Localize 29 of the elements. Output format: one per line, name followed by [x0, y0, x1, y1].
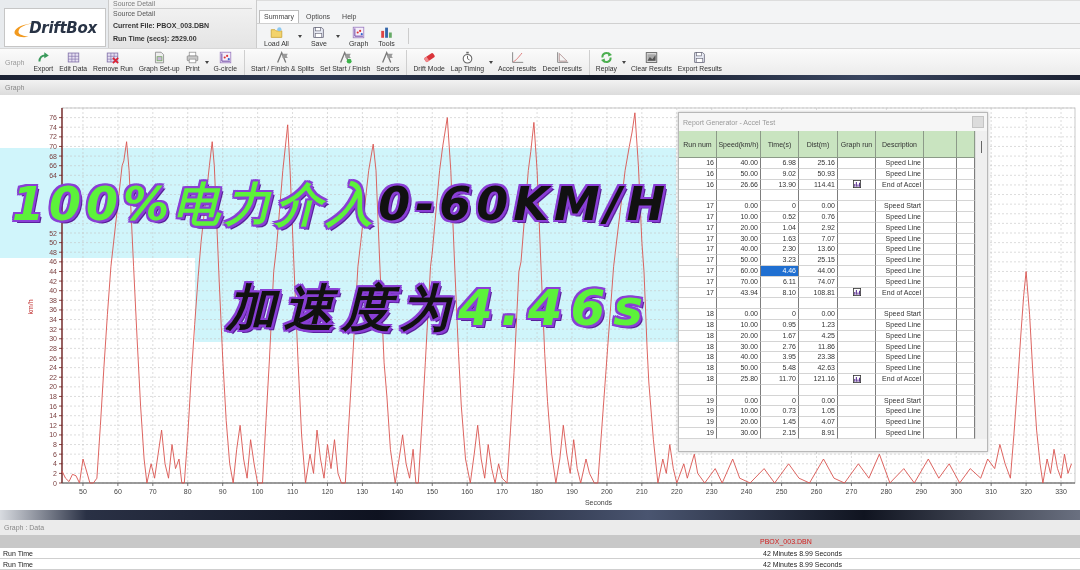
image-icon [644, 51, 658, 64]
document-icon [152, 51, 166, 64]
logo-text: DriftBox [29, 18, 97, 37]
curve-chart-icon [510, 51, 524, 64]
chart-icon [352, 26, 366, 39]
dropdown-icon[interactable] [489, 61, 493, 64]
dropdown-icon[interactable] [297, 34, 302, 38]
dropdown-icon[interactable] [335, 34, 340, 38]
save-icon [312, 26, 326, 39]
refresh-icon [599, 51, 613, 64]
dropdown-icon[interactable] [204, 61, 209, 64]
print-icon [186, 51, 200, 64]
flag-icon [381, 51, 395, 64]
scrollbar[interactable] [975, 131, 987, 439]
folder-icon [269, 26, 283, 39]
chart-icon[interactable] [852, 180, 861, 189]
bar-chart-icon [380, 26, 394, 39]
stopwatch-icon [460, 51, 474, 64]
chart-icon[interactable] [852, 288, 861, 297]
table-delete-icon [106, 51, 120, 64]
chart-icon[interactable] [852, 374, 861, 383]
triangle-chart-icon [555, 51, 569, 64]
save-icon [693, 51, 707, 64]
dropdown-icon[interactable] [622, 61, 626, 64]
chart-icon [218, 51, 232, 64]
flag-icon [276, 51, 290, 64]
curved-arrow-icon [36, 51, 50, 64]
flag-icon [338, 51, 352, 64]
table-icon [66, 51, 80, 64]
